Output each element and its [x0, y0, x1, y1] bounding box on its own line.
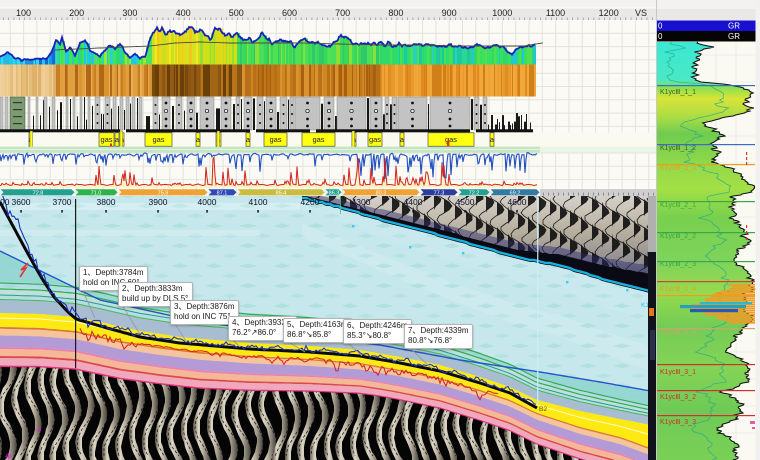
svg-text:GR: GR — [728, 22, 740, 31]
svg-text:4000: 4000 — [198, 197, 217, 207]
svg-text:K1ycⅢ_1_3: K1ycⅢ_1_3 — [660, 165, 696, 172]
svg-text:200: 200 — [69, 8, 84, 18]
svg-text:800: 800 — [388, 8, 403, 18]
svg-text:80.3: 80.3 — [376, 190, 387, 196]
svg-text:gas: gas — [269, 135, 281, 144]
svg-text:69.2: 69.2 — [510, 190, 521, 196]
svg-text:K1ycⅢ_1_1: K1ycⅢ_1_1 — [660, 89, 696, 96]
svg-text:77.3: 77.3 — [434, 190, 445, 196]
svg-text:1100: 1100 — [546, 8, 565, 18]
svg-text:3800: 3800 — [97, 197, 116, 207]
svg-text:a: a — [490, 137, 494, 144]
svg-text:4100: 4100 — [249, 197, 268, 207]
svg-text:900: 900 — [442, 8, 457, 18]
svg-text:700: 700 — [335, 8, 350, 18]
svg-text:100: 100 — [16, 8, 31, 18]
svg-text:0: 0 — [658, 32, 663, 41]
svg-text:600: 600 — [282, 8, 297, 18]
svg-text:00: 00 — [0, 197, 10, 207]
svg-text:VS: VS — [635, 8, 647, 18]
svg-text:K1ycⅢ_2_3: K1ycⅢ_2_3 — [660, 261, 696, 268]
svg-text:4400: 4400 — [404, 197, 423, 207]
svg-text:72.2: 72.2 — [469, 190, 480, 196]
svg-text:3900: 3900 — [149, 197, 168, 207]
svg-text:K1ycⅢ_3_3: K1ycⅢ_3_3 — [660, 419, 696, 426]
svg-text:K1ycⅢ_2_5: K1ycⅢ_2_5 — [660, 329, 696, 336]
svg-text:3700: 3700 — [53, 197, 72, 207]
svg-text:K1ycⅢ_2_1: K1ycⅢ_2_1 — [660, 202, 696, 209]
svg-text:K1ycⅢ_2_4: K1ycⅢ_2_4 — [660, 286, 696, 293]
svg-text:GR: GR — [728, 32, 740, 41]
svg-text:500: 500 — [229, 8, 244, 18]
svg-text:a: a — [246, 137, 250, 144]
svg-text:400: 400 — [176, 8, 191, 18]
svg-text:0: 0 — [658, 22, 663, 31]
svg-text:4500: 4500 — [456, 197, 475, 207]
svg-text:85.4: 85.4 — [276, 190, 287, 196]
svg-text:1000: 1000 — [492, 8, 512, 18]
svg-text:3600: 3600 — [12, 197, 31, 207]
svg-text:gas: gas — [445, 135, 457, 144]
svg-text:4200: 4200 — [301, 197, 320, 207]
svg-text:75.9: 75.9 — [158, 190, 169, 196]
svg-text:K1ycⅢ_3_2: K1ycⅢ_3_2 — [660, 394, 696, 401]
svg-text:300: 300 — [122, 8, 137, 18]
svg-text:❉: ❉ — [5, 452, 12, 460]
svg-text:1200: 1200 — [599, 8, 619, 18]
svg-text:gas: gas — [312, 135, 324, 144]
svg-text:86.3: 86.3 — [329, 190, 340, 196]
svg-text:a: a — [400, 137, 404, 144]
svg-text:4600: 4600 — [508, 197, 527, 207]
svg-text:gas: gas — [100, 135, 112, 144]
svg-text:a: a — [115, 137, 119, 144]
svg-text:K1ycⅢ_1_2: K1ycⅢ_1_2 — [660, 145, 696, 152]
svg-text:a: a — [196, 137, 200, 144]
svg-text:71.0: 71.0 — [91, 190, 102, 196]
svg-text:K1ycⅢ_2_2: K1ycⅢ_2_2 — [660, 233, 696, 240]
svg-text:4300: 4300 — [352, 197, 371, 207]
svg-text:72.8: 72.8 — [33, 190, 44, 196]
svg-text:87.1: 87.1 — [217, 190, 228, 196]
svg-text:B2: B2 — [539, 406, 547, 413]
svg-text:gas: gas — [369, 135, 381, 144]
svg-text:gas: gas — [152, 135, 164, 144]
svg-text:K1ycⅢ_3_1: K1ycⅢ_3_1 — [660, 369, 696, 376]
